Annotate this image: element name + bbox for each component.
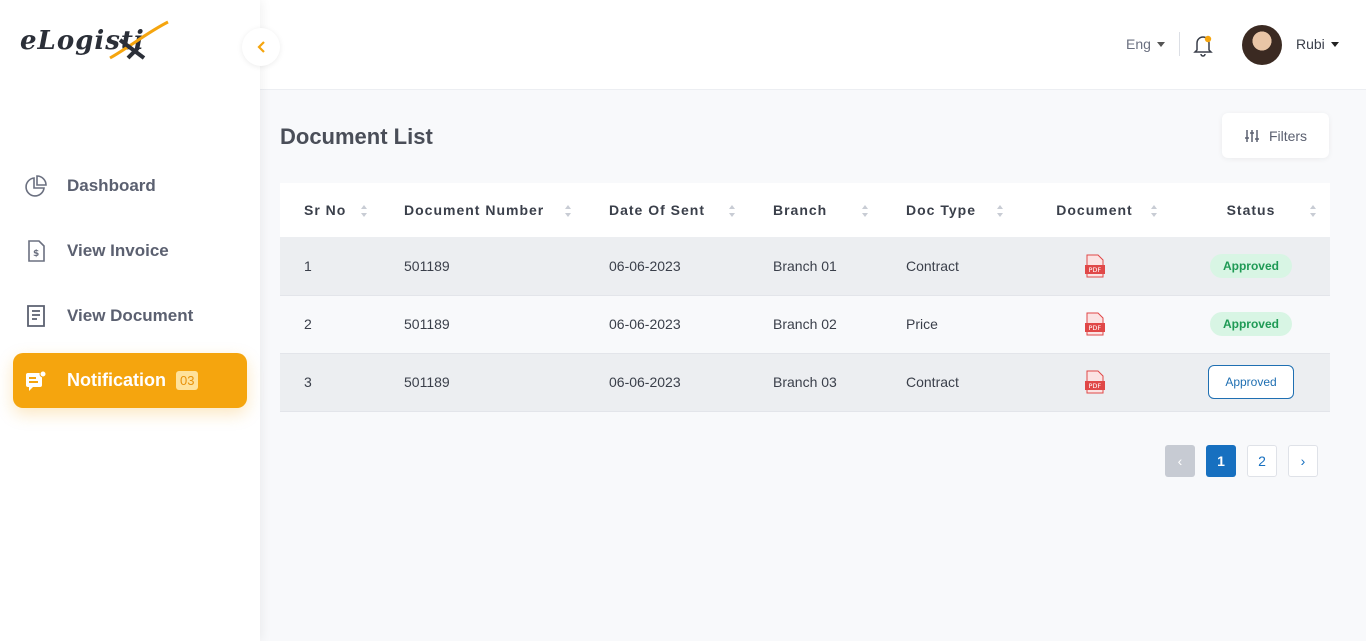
- sidebar-nav: Dashboard $ View Invoice View Document N…: [13, 158, 247, 418]
- filter-sliders-icon: [1244, 129, 1259, 142]
- svg-text:PDF: PDF: [1088, 266, 1101, 274]
- cell-branch: Branch 02: [749, 295, 882, 354]
- pagination-next-button[interactable]: ›: [1288, 445, 1318, 477]
- table-row[interactable]: 1 501189 06-06-2023 Branch 01 Contract P…: [280, 237, 1330, 296]
- cell-doc-type: Contract: [882, 353, 1017, 412]
- filters-label: Filters: [1268, 127, 1308, 144]
- cell-status: Approved: [1172, 295, 1330, 354]
- cell-document-number: 501189: [380, 237, 585, 296]
- cell-doc-type: Contract: [882, 237, 1017, 296]
- cell-status: Approved: [1172, 353, 1330, 412]
- column-header-doc-type[interactable]: Doc Type: [882, 183, 1017, 237]
- cell-date: 06-06-2023: [585, 295, 749, 354]
- column-header-status[interactable]: Status: [1172, 183, 1330, 237]
- cell-status: Approved: [1172, 237, 1330, 296]
- sidebar-item-dashboard[interactable]: Dashboard: [13, 158, 247, 213]
- filters-button[interactable]: Filters: [1222, 113, 1329, 158]
- column-label: Date Of Sent: [609, 202, 706, 218]
- svg-text:PDF: PDF: [1088, 382, 1101, 390]
- status-button[interactable]: Approved: [1208, 365, 1294, 399]
- svg-text:$: $: [33, 249, 39, 259]
- sort-icon: [1310, 205, 1316, 217]
- sidebar-collapse-button[interactable]: [242, 28, 280, 66]
- sort-icon: [729, 205, 735, 217]
- avatar[interactable]: [1242, 25, 1282, 65]
- status-badge: Approved: [1209, 253, 1292, 278]
- table-header-row: Sr No Document Number Date Of Sent Branc…: [280, 183, 1330, 237]
- pagination-page-1[interactable]: 1: [1206, 445, 1236, 477]
- pdf-icon[interactable]: PDF: [1084, 312, 1106, 336]
- column-label: Document Number: [404, 202, 545, 218]
- status-badge: Approved: [1209, 312, 1292, 336]
- sort-icon: [997, 205, 1003, 217]
- sort-icon: [361, 205, 367, 217]
- cell-sr-no: 2: [280, 295, 380, 354]
- sidebar-item-label: View Document: [67, 305, 194, 325]
- user-name: Rubi: [1296, 36, 1325, 52]
- cell-date: 06-06-2023: [585, 353, 749, 412]
- pagination-page-2[interactable]: 2: [1247, 445, 1277, 477]
- caret-down-icon: [1156, 41, 1165, 47]
- column-header-document-number[interactable]: Document Number: [380, 183, 585, 237]
- column-header-document[interactable]: Document: [1017, 183, 1172, 237]
- notification-badge: 03: [176, 371, 199, 390]
- invoice-icon: $: [23, 238, 49, 264]
- cell-document-number: 501189: [380, 295, 585, 354]
- sort-icon: [1151, 205, 1157, 217]
- header-divider: [1179, 32, 1180, 56]
- language-label: Eng: [1126, 36, 1151, 52]
- document-icon: [23, 303, 49, 329]
- cell-branch: Branch 03: [749, 353, 882, 412]
- cell-document-number: 501189: [380, 353, 585, 412]
- column-header-sr-no[interactable]: Sr No: [280, 183, 380, 237]
- column-header-date-of-sent[interactable]: Date Of Sent: [585, 183, 749, 237]
- cell-sr-no: 3: [280, 353, 380, 412]
- pagination: ‹ 1 2 ›: [1165, 445, 1329, 477]
- cell-document: PDF: [1017, 353, 1172, 412]
- cell-branch: Branch 01: [749, 237, 882, 296]
- cell-document: PDF: [1017, 295, 1172, 354]
- document-table: Sr No Document Number Date Of Sent Branc…: [280, 183, 1330, 412]
- sidebar: eLogisti Dashboard $ View Invoice View D…: [0, 0, 260, 641]
- column-label: Doc Type: [906, 202, 976, 218]
- caret-down-icon: [1330, 41, 1339, 47]
- page-title: Document List: [280, 124, 433, 149]
- cell-document: PDF: [1017, 237, 1172, 296]
- sort-icon: [565, 205, 571, 217]
- sidebar-item-label: Dashboard: [67, 175, 156, 195]
- table-row[interactable]: 2 501189 06-06-2023 Branch 02 Price PDF …: [280, 295, 1330, 354]
- pie-chart-icon: [23, 173, 49, 199]
- pdf-icon[interactable]: PDF: [1084, 254, 1106, 278]
- svg-text:PDF: PDF: [1088, 324, 1101, 332]
- notification-icon: [23, 368, 49, 394]
- column-label: Sr No: [304, 202, 347, 218]
- column-label: Document: [1056, 202, 1133, 218]
- language-selector[interactable]: Eng: [1126, 36, 1165, 52]
- user-menu[interactable]: Rubi: [1296, 36, 1339, 52]
- sidebar-item-label: View Invoice: [67, 240, 169, 260]
- column-label: Status: [1226, 202, 1276, 218]
- notification-bell[interactable]: [1192, 33, 1214, 57]
- bell-icon: [1193, 35, 1213, 57]
- sidebar-item-notification[interactable]: Notification 03: [13, 353, 247, 408]
- cell-doc-type: Price: [882, 295, 1017, 354]
- top-header: Eng Rubi: [260, 0, 1366, 90]
- table-row[interactable]: 3 501189 06-06-2023 Branch 03 Contract P…: [280, 353, 1330, 412]
- chevron-left-icon: [257, 41, 265, 53]
- sidebar-item-view-document[interactable]: View Document: [13, 288, 247, 343]
- logo-x-mark: [109, 20, 169, 60]
- logo[interactable]: eLogisti: [20, 18, 180, 62]
- sort-icon: [862, 205, 868, 217]
- pagination-prev-button[interactable]: ‹: [1165, 445, 1195, 477]
- cell-date: 06-06-2023: [585, 237, 749, 296]
- cell-sr-no: 1: [280, 237, 380, 296]
- sidebar-item-label: Notification: [67, 370, 166, 390]
- pdf-icon[interactable]: PDF: [1084, 370, 1106, 394]
- column-label: Branch: [773, 202, 828, 218]
- sidebar-item-view-invoice[interactable]: $ View Invoice: [13, 223, 247, 278]
- column-header-branch[interactable]: Branch: [749, 183, 882, 237]
